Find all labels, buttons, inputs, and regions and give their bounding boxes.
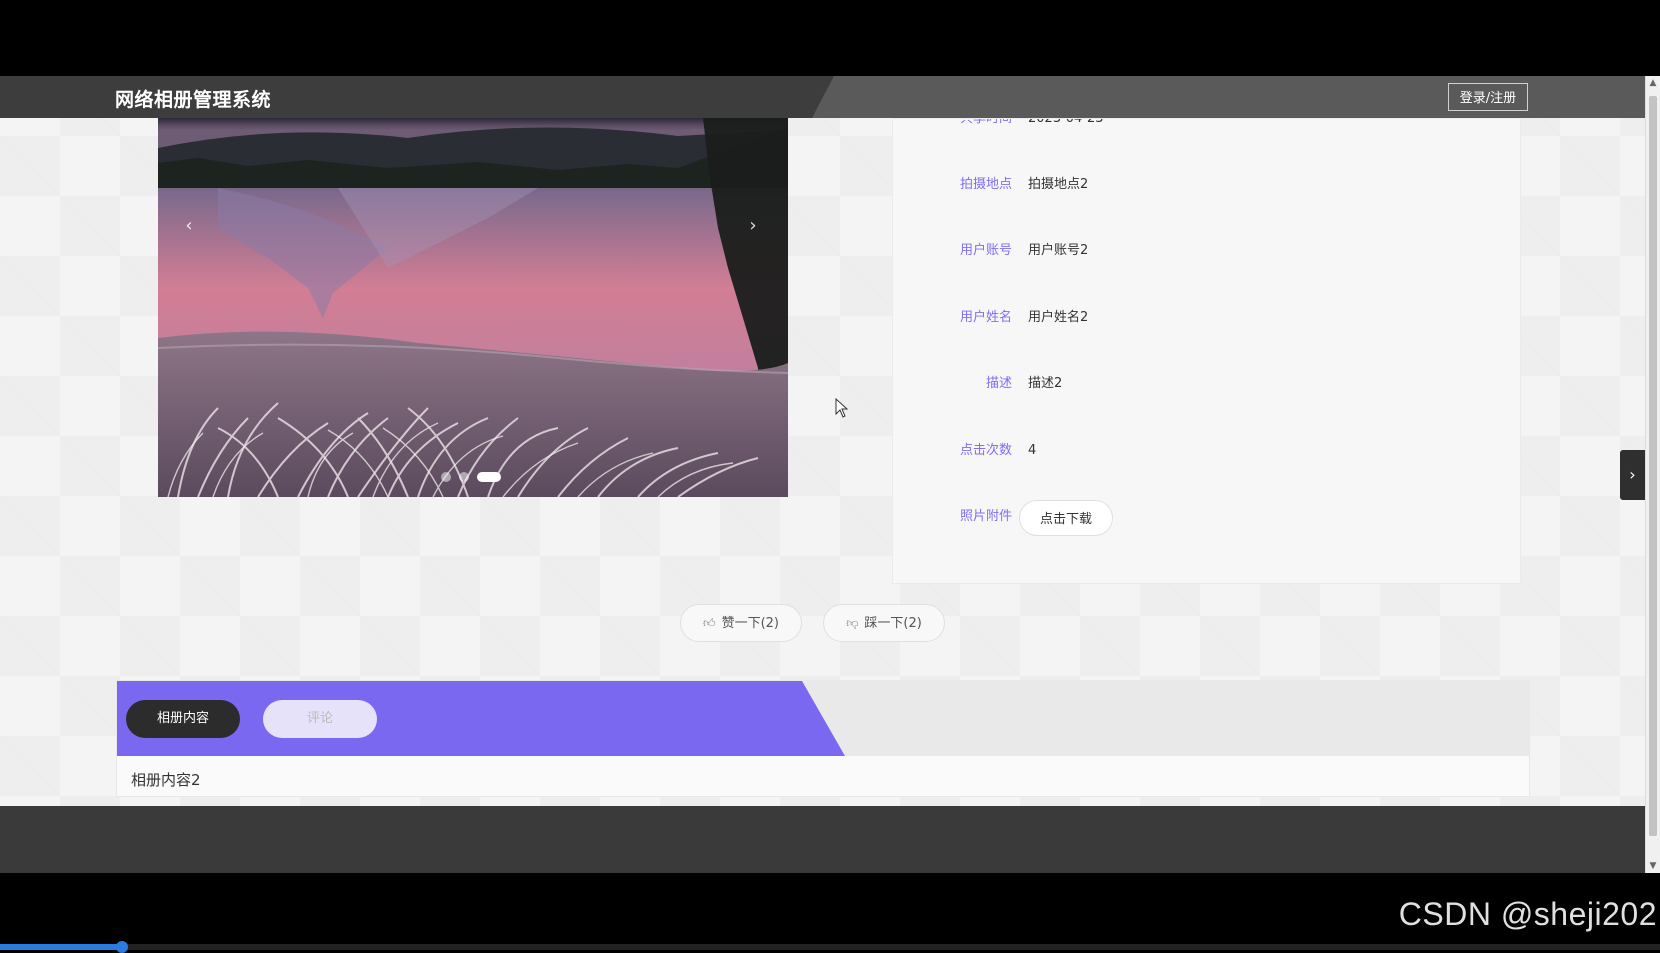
info-row-description: 描述 描述2 bbox=[893, 372, 1522, 396]
info-value: 2023-04-23 bbox=[1028, 119, 1104, 131]
info-label: 照片附件 bbox=[959, 509, 1012, 524]
tabs-section: 相册内容 评论 相册内容2 bbox=[116, 680, 1530, 797]
page-footer bbox=[0, 806, 1645, 873]
video-progress-bar[interactable] bbox=[0, 941, 1660, 953]
thumbs-up-icon: 👍︎ bbox=[703, 616, 716, 630]
tab-album-content[interactable]: 相册内容 bbox=[126, 700, 240, 738]
info-value: 用户姓名2 bbox=[1028, 310, 1089, 325]
info-row-user-account: 用户账号 用户账号2 bbox=[893, 239, 1522, 263]
dislike-label: 踩一下(2) bbox=[864, 616, 922, 631]
info-label: 共享时间 bbox=[960, 119, 1012, 131]
info-label: 拍摄地点 bbox=[959, 177, 1012, 192]
like-button[interactable]: 👍︎ 赞一下(2) bbox=[680, 604, 802, 642]
mouse-cursor-icon bbox=[835, 398, 849, 418]
info-label: 点击次数 bbox=[959, 443, 1012, 458]
tab-content-text: 相册内容2 bbox=[131, 771, 201, 789]
info-value: 拍摄地点2 bbox=[1028, 177, 1089, 192]
carousel-photo bbox=[158, 118, 788, 497]
site-title[interactable]: 网络相册管理系统 bbox=[115, 85, 271, 112]
photo-info-card: 共享时间 2023-04-23 拍摄地点 拍摄地点2 用户账号 用户账号2 用户… bbox=[892, 118, 1521, 584]
info-label: 用户账号 bbox=[959, 243, 1012, 258]
info-row-location: 拍摄地点 拍摄地点2 bbox=[893, 173, 1522, 197]
carousel-indicators bbox=[441, 472, 509, 482]
browser-viewport: 网络相册管理系统 登录/注册 ‹ › 拍摄地点 拍摄地点2 用户账号 用户账号2… bbox=[0, 76, 1660, 873]
dislike-button[interactable]: 👎︎ 踩一下(2) bbox=[823, 604, 945, 642]
tab-comments[interactable]: 评论 bbox=[263, 700, 377, 738]
vertical-scrollbar[interactable]: ▲ ▼ bbox=[1645, 76, 1660, 873]
info-row-attachment: 照片附件 点击下载 bbox=[893, 500, 1522, 536]
scrollbar-thumb[interactable] bbox=[1649, 96, 1657, 836]
scroll-up-icon[interactable]: ▲ bbox=[1646, 76, 1660, 90]
thumbs-down-icon: 👎︎ bbox=[846, 616, 859, 630]
info-label: 用户姓名 bbox=[959, 310, 1012, 325]
info-row-click-count: 点击次数 4 bbox=[893, 439, 1522, 463]
top-navbar: 网络相册管理系统 登录/注册 bbox=[0, 76, 1645, 118]
carousel-prev-icon[interactable]: ‹ bbox=[177, 214, 201, 238]
carousel-dot-2[interactable] bbox=[459, 472, 469, 482]
info-label: 描述 bbox=[985, 376, 1012, 391]
info-value: 4 bbox=[1028, 443, 1037, 458]
info-row-share-time: 共享时间 2023-04-23 bbox=[893, 119, 1522, 131]
info-row-user-name: 用户姓名 用户姓名2 bbox=[893, 306, 1522, 330]
photo-carousel[interactable]: ‹ › bbox=[158, 118, 788, 497]
info-value: 用户账号2 bbox=[1028, 243, 1089, 258]
like-label: 赞一下(2) bbox=[721, 616, 779, 631]
carousel-dot-1[interactable] bbox=[441, 472, 451, 482]
watermark: CSDN @sheji202 bbox=[1398, 896, 1657, 932]
info-card-content: 共享时间 2023-04-23 拍摄地点 拍摄地点2 用户账号 用户账号2 用户… bbox=[893, 119, 1522, 585]
video-progress-fill bbox=[0, 944, 124, 950]
login-register-button[interactable]: 登录/注册 bbox=[1448, 83, 1528, 111]
download-button[interactable]: 点击下载 bbox=[1019, 500, 1113, 536]
side-panel-toggle[interactable]: › bbox=[1620, 450, 1645, 500]
carousel-dot-3[interactable] bbox=[477, 472, 501, 482]
carousel-next-icon[interactable]: › bbox=[741, 214, 765, 238]
info-value: 描述2 bbox=[1028, 376, 1063, 391]
scroll-down-icon[interactable]: ▼ bbox=[1646, 859, 1660, 873]
video-progress-knob[interactable] bbox=[116, 941, 128, 953]
